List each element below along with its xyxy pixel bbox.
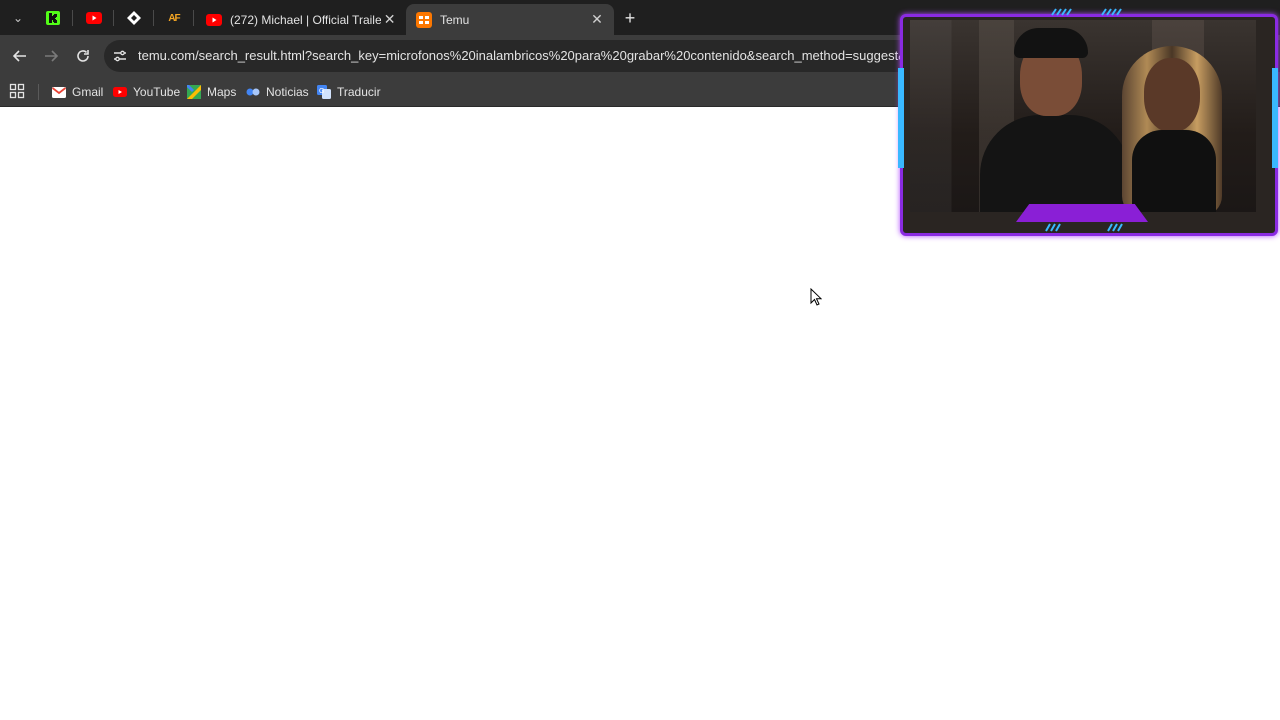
frame-decoration (898, 68, 904, 168)
new-tab-button[interactable]: + (618, 6, 642, 30)
bookmark-label: Traducir (337, 85, 381, 99)
af-icon: AF (168, 12, 180, 24)
tab-separator (153, 10, 154, 26)
chevron-down-icon: ⌄ (12, 11, 24, 25)
bookmark-traducir[interactable]: G Traducir (317, 81, 381, 103)
plus-icon: + (624, 7, 636, 28)
frame-decoration (1016, 204, 1148, 222)
tab-title: (272) Michael | Official Trailer - (230, 12, 382, 27)
tab-youtube-trailer[interactable]: (272) Michael | Official Trailer - ✕ (196, 4, 406, 35)
tab-search-button[interactable]: ⌄ (6, 6, 30, 30)
apps-grid-icon[interactable] (9, 83, 25, 99)
temu-icon (416, 11, 432, 28)
kick-icon (46, 11, 60, 25)
pinned-tab-youtube[interactable] (81, 6, 107, 30)
site-info-icon[interactable] (112, 48, 128, 64)
bookmark-maps[interactable]: Maps (187, 81, 236, 103)
news-icon (246, 85, 260, 99)
gmail-icon (52, 85, 66, 99)
arrow-left-icon (13, 50, 26, 62)
youtube-icon (206, 12, 222, 28)
tab-separator (193, 10, 194, 26)
url-text[interactable]: temu.com/search_result.html?search_key=m… (138, 48, 908, 63)
bookmark-youtube[interactable]: YouTube (113, 81, 180, 103)
svg-text:G: G (319, 88, 324, 95)
arrow-right-icon (45, 50, 58, 62)
close-tab-icon[interactable]: ✕ (588, 11, 606, 29)
bookmark-label: Gmail (72, 85, 104, 99)
durag (1014, 28, 1088, 58)
webcam-video (910, 20, 1256, 212)
pinned-tab-kick[interactable] (40, 6, 66, 30)
pinned-tab-af[interactable]: AF (161, 6, 187, 30)
person-body (980, 115, 1130, 212)
youtube-icon (86, 12, 102, 24)
maps-icon (187, 85, 201, 99)
tab-separator (72, 10, 73, 26)
reload-icon (77, 50, 89, 62)
reload-button[interactable] (71, 44, 95, 68)
bookmark-label: Noticias (266, 85, 309, 99)
translate-icon: G (317, 85, 331, 99)
youtube-icon (113, 85, 127, 99)
bookmark-noticias[interactable]: Noticias (246, 81, 309, 103)
pinned-tab-diamond[interactable] (121, 6, 147, 30)
diamond-icon (127, 11, 141, 25)
tab-title: Temu (440, 12, 470, 27)
frame-decoration (1272, 68, 1278, 168)
close-tab-icon[interactable]: ✕ (381, 11, 398, 29)
mouse-cursor-icon (810, 288, 822, 306)
person-body (1132, 130, 1216, 212)
person-head (1144, 58, 1200, 132)
frame-decoration (1051, 8, 1122, 16)
tab-temu[interactable]: Temu ✕ (406, 4, 614, 35)
bookmark-gmail[interactable]: Gmail (52, 81, 103, 103)
back-button[interactable] (8, 44, 32, 68)
forward-button[interactable] (39, 44, 63, 68)
bookmark-separator (38, 84, 39, 100)
bookmark-label: Maps (207, 85, 237, 99)
tab-separator (113, 10, 114, 26)
bookmark-label: YouTube (133, 85, 181, 99)
frame-decoration (1045, 223, 1123, 232)
webcam-overlay (896, 8, 1280, 240)
